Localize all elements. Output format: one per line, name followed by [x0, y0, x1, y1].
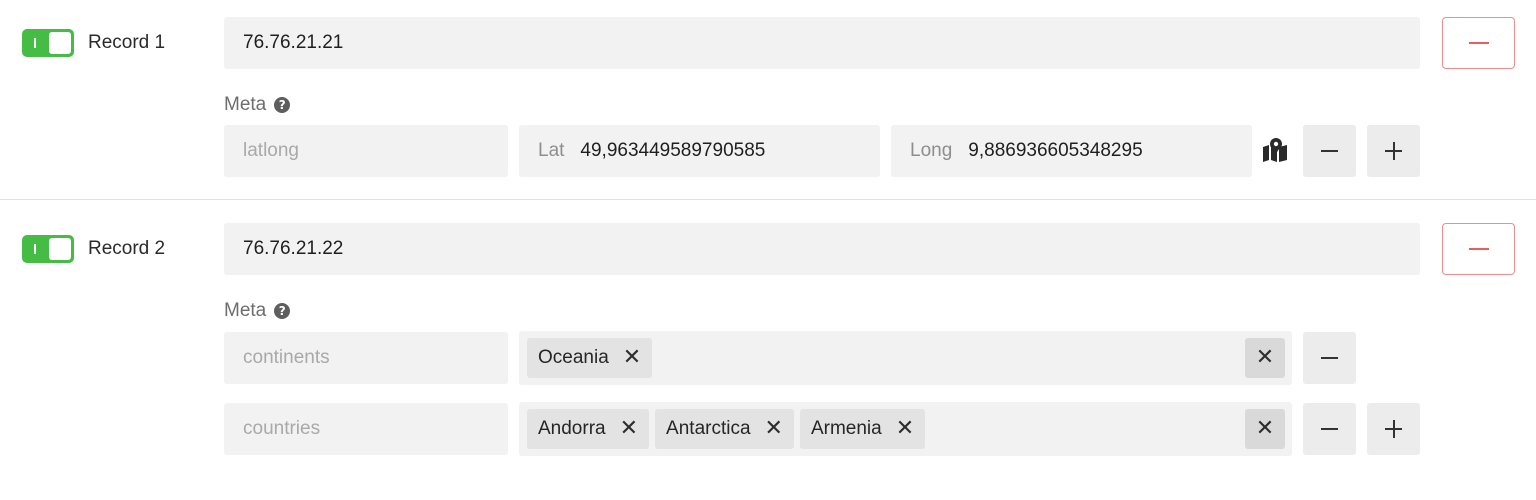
long-prefix: Long [910, 140, 953, 161]
meta-key-input[interactable]: latlong [224, 125, 508, 177]
meta-add-button[interactable] [1367, 125, 1420, 177]
close-icon[interactable]: ✕ [765, 418, 783, 440]
record-2-toggle[interactable] [22, 235, 74, 263]
map-pin-icon[interactable] [1262, 138, 1289, 162]
meta-label-text: Meta [224, 94, 267, 115]
countries-tag-select[interactable]: Andorra ✕ Antarctica ✕ Armenia ✕ [519, 402, 1292, 456]
plus-icon-vertical [1392, 420, 1395, 438]
meta-key-placeholder: continents [243, 347, 330, 368]
meta-key-input-continents[interactable]: continents [224, 332, 508, 384]
record-1-label: Record 1 [88, 32, 166, 53]
tag-label: Armenia [810, 418, 882, 439]
lat-prefix: Lat [538, 140, 565, 161]
close-icon[interactable]: ✕ [623, 347, 641, 369]
record-1-meta-label: Meta ? [224, 94, 291, 116]
record-1-value-input[interactable]: 76.76.21.21 [224, 17, 1420, 69]
long-value: 9,886936605348295 [968, 140, 1143, 161]
close-icon: ✕ [1255, 345, 1275, 370]
plus-icon-vertical [1392, 142, 1395, 160]
meta-key-placeholder: latlong [243, 140, 299, 161]
record-1-remove-button[interactable] [1442, 17, 1515, 69]
continents-clear-button[interactable]: ✕ [1245, 338, 1285, 378]
tag-antarctica: Antarctica ✕ [655, 409, 794, 449]
record-1-value: 76.76.21.21 [243, 32, 344, 53]
record-2-remove-button[interactable] [1442, 223, 1515, 275]
minus-icon [1321, 357, 1338, 359]
countries-remove-button[interactable] [1303, 403, 1356, 455]
lat-value: 49,963449589790585 [580, 140, 766, 161]
question-circle-icon[interactable]: ? [274, 303, 291, 319]
close-icon[interactable]: ✕ [896, 418, 914, 440]
toggle-on-indicator [34, 244, 36, 254]
record-2-label: Record 2 [88, 238, 166, 259]
long-input[interactable]: Long 9,886936605348295 [891, 125, 1252, 177]
tag-label: Oceania [538, 347, 609, 368]
tag-label: Andorra [538, 418, 606, 439]
record-2-value-input[interactable]: 76.76.21.22 [224, 223, 1420, 275]
toggle-on-indicator [34, 38, 36, 48]
continents-tag-select[interactable]: Oceania ✕ [519, 331, 1292, 385]
close-icon[interactable]: ✕ [620, 418, 638, 440]
minus-icon [1469, 248, 1489, 250]
minus-icon [1321, 150, 1338, 152]
countries-clear-button[interactable]: ✕ [1245, 409, 1285, 449]
close-icon: ✕ [1255, 416, 1275, 441]
lat-input[interactable]: Lat 49,963449589790585 [519, 125, 880, 177]
toggle-knob [49, 238, 71, 260]
meta-remove-button[interactable] [1303, 125, 1356, 177]
countries-add-button[interactable] [1367, 403, 1420, 455]
tag-andorra: Andorra ✕ [527, 409, 650, 449]
minus-icon [1469, 42, 1489, 44]
tag-oceania: Oceania ✕ [527, 338, 653, 378]
record-2-value: 76.76.21.22 [243, 238, 344, 259]
record-divider [0, 199, 1536, 200]
record-1-toggle[interactable] [22, 29, 74, 57]
minus-icon [1321, 428, 1338, 430]
toggle-knob [49, 32, 71, 54]
meta-key-input-countries[interactable]: countries [224, 403, 508, 455]
question-circle-icon[interactable]: ? [274, 97, 291, 113]
continents-remove-button[interactable] [1303, 332, 1356, 384]
meta-key-placeholder: countries [243, 418, 321, 439]
meta-label-text: Meta [224, 300, 267, 321]
tag-armenia: Armenia ✕ [799, 409, 926, 449]
tag-label: Antarctica [666, 418, 751, 439]
record-2-meta-label: Meta ? [224, 300, 291, 322]
